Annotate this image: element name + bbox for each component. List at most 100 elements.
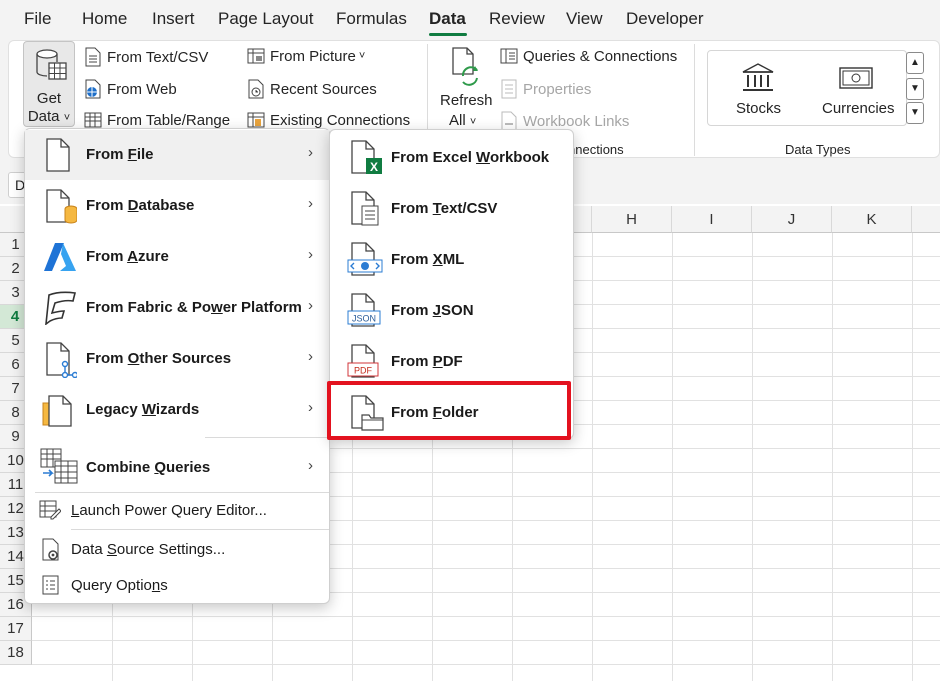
- menu-item-label: Combine Queries: [86, 459, 211, 476]
- combine-queries-icon: [40, 448, 78, 484]
- tab-developer[interactable]: Developer: [626, 9, 704, 29]
- queries-connections-group-label: nnections: [568, 142, 624, 157]
- gallery-scroll-up[interactable]: ▲: [906, 52, 924, 74]
- workbook-links-icon: [501, 111, 517, 131]
- row-header-18[interactable]: 18: [0, 641, 32, 665]
- refresh-label-1: Refresh: [440, 92, 493, 109]
- grid-column-line: [672, 233, 673, 681]
- menu-item-label: Launch Power Query Editor...: [71, 502, 267, 519]
- queries-connections-label: Queries & Connections: [523, 47, 678, 65]
- existing-connections-label: Existing Connections: [270, 111, 411, 129]
- properties-label: Properties: [523, 80, 592, 98]
- menu-separator: [35, 492, 329, 493]
- currencies-label: Currencies: [822, 100, 895, 117]
- menu-item-from-pdf[interactable]: PDF From PDF: [330, 336, 573, 386]
- from-web-button[interactable]: From Web: [84, 79, 177, 99]
- menu-item-label: From Text/CSV: [391, 200, 498, 217]
- from-text-csv-label: From Text/CSV: [107, 48, 209, 66]
- menu-item-launch-power-query-editor[interactable]: Launch Power Query Editor...: [25, 495, 329, 527]
- column-header-i[interactable]: I: [672, 206, 752, 233]
- refresh-all-button[interactable]: Refresh All ˅: [437, 46, 493, 130]
- grid-row-line: [32, 664, 940, 665]
- refresh-label-2: All ˅: [449, 112, 477, 129]
- queries-connections-button[interactable]: Queries & Connections: [500, 47, 677, 65]
- menu-separator: [71, 529, 329, 530]
- menu-item-combine-queries[interactable]: Combine Queries ›: [25, 441, 329, 491]
- properties-button[interactable]: Properties: [500, 79, 591, 99]
- menu-item-from-fabric[interactable]: From Fabric & Power Platform ›: [25, 283, 329, 333]
- recent-sources-icon: [248, 79, 264, 99]
- power-query-editor-icon: [39, 500, 61, 520]
- table-icon: [84, 112, 102, 128]
- azure-icon: [44, 243, 76, 271]
- grid-row-line: [32, 640, 940, 641]
- grid-column-line: [592, 233, 593, 681]
- recent-sources-button[interactable]: Recent Sources: [247, 79, 377, 99]
- menu-item-from-file[interactable]: From File ›: [25, 130, 329, 180]
- excel-window: File Home Insert Page Layout Formulas Da…: [0, 0, 940, 681]
- data-source-settings-icon: [42, 538, 59, 561]
- menu-item-from-database[interactable]: From Database ›: [25, 181, 329, 231]
- grid-column-line: [912, 233, 913, 681]
- currencies-button[interactable]: Currencies: [818, 60, 898, 122]
- legacy-wizards-icon: [42, 395, 72, 427]
- stocks-button[interactable]: Stocks: [730, 60, 788, 122]
- ribbon-tabs: File Home Insert Page Layout Formulas Da…: [0, 0, 940, 38]
- tab-file[interactable]: File: [24, 9, 51, 29]
- tab-view[interactable]: View: [566, 9, 603, 29]
- menu-item-from-text-csv[interactable]: From Text/CSV: [330, 183, 573, 233]
- menu-item-from-azure[interactable]: From Azure ›: [25, 232, 329, 282]
- json-badge: JSON: [352, 314, 376, 324]
- menu-item-from-xml[interactable]: From XML: [330, 234, 573, 284]
- row-header-17[interactable]: 17: [0, 617, 32, 641]
- queries-connections-icon: [500, 48, 518, 64]
- menu-item-label: From PDF: [391, 353, 463, 370]
- get-data-label-2: Data ˅: [27, 108, 71, 125]
- web-page-icon: [85, 79, 101, 99]
- tab-review[interactable]: Review: [489, 9, 545, 29]
- menu-item-data-source-settings[interactable]: Data Source Settings...: [25, 534, 329, 566]
- column-header-k[interactable]: K: [832, 206, 912, 233]
- from-table-range-button[interactable]: From Table/Range: [84, 111, 230, 129]
- text-csv-file-icon: [351, 191, 379, 226]
- menu-item-label: From File: [86, 146, 154, 163]
- tab-insert[interactable]: Insert: [152, 9, 195, 29]
- menu-item-from-other-sources[interactable]: From Other Sources ›: [25, 334, 329, 384]
- gallery-expand[interactable]: ▼: [906, 102, 924, 124]
- pdf-file-icon: PDF: [347, 344, 379, 378]
- menu-item-label: From Other Sources: [86, 350, 232, 367]
- tab-page-layout[interactable]: Page Layout: [218, 9, 313, 29]
- column-header-next: [912, 206, 940, 233]
- chevron-right-icon: ›: [308, 399, 313, 416]
- column-header-h[interactable]: H: [592, 206, 672, 233]
- pdf-badge: PDF: [354, 366, 373, 376]
- grid-column-line: [832, 233, 833, 681]
- stocks-bank-icon: [742, 63, 774, 91]
- menu-item-query-options[interactable]: Query Options: [25, 570, 329, 602]
- workbook-links-button[interactable]: Workbook Links: [500, 111, 629, 131]
- query-options-icon: [42, 575, 59, 595]
- tab-data[interactable]: Data: [429, 9, 466, 29]
- menu-item-label: From XML: [391, 251, 465, 268]
- menu-item-from-excel-workbook[interactable]: X From Excel Workbook: [330, 132, 573, 182]
- get-data-button[interactable]: Get Data ˅: [23, 41, 75, 127]
- menu-separator: [205, 437, 329, 438]
- ribbon-separator-2: [694, 44, 695, 156]
- column-header-j[interactable]: J: [752, 206, 832, 233]
- gallery-scroll-down[interactable]: ▼: [906, 78, 924, 100]
- picture-table-icon: [247, 48, 265, 64]
- menu-item-label: From Excel Workbook: [391, 149, 550, 166]
- chevron-right-icon: ›: [308, 144, 313, 161]
- stocks-label: Stocks: [736, 100, 782, 117]
- xml-file-icon: [347, 242, 383, 276]
- from-picture-button[interactable]: From Picture ˅: [247, 47, 365, 65]
- from-text-csv-button[interactable]: From Text/CSV: [84, 47, 208, 67]
- chevron-right-icon: ›: [308, 348, 313, 365]
- existing-connections-button[interactable]: Existing Connections: [247, 111, 410, 129]
- menu-item-from-json[interactable]: JSON From JSON: [330, 285, 573, 335]
- menu-item-legacy-wizards[interactable]: Legacy Wizards ›: [25, 385, 329, 435]
- properties-icon: [501, 79, 517, 99]
- tab-home[interactable]: Home: [82, 9, 127, 29]
- tab-formulas[interactable]: Formulas: [336, 9, 407, 29]
- chevron-right-icon: ›: [308, 246, 313, 263]
